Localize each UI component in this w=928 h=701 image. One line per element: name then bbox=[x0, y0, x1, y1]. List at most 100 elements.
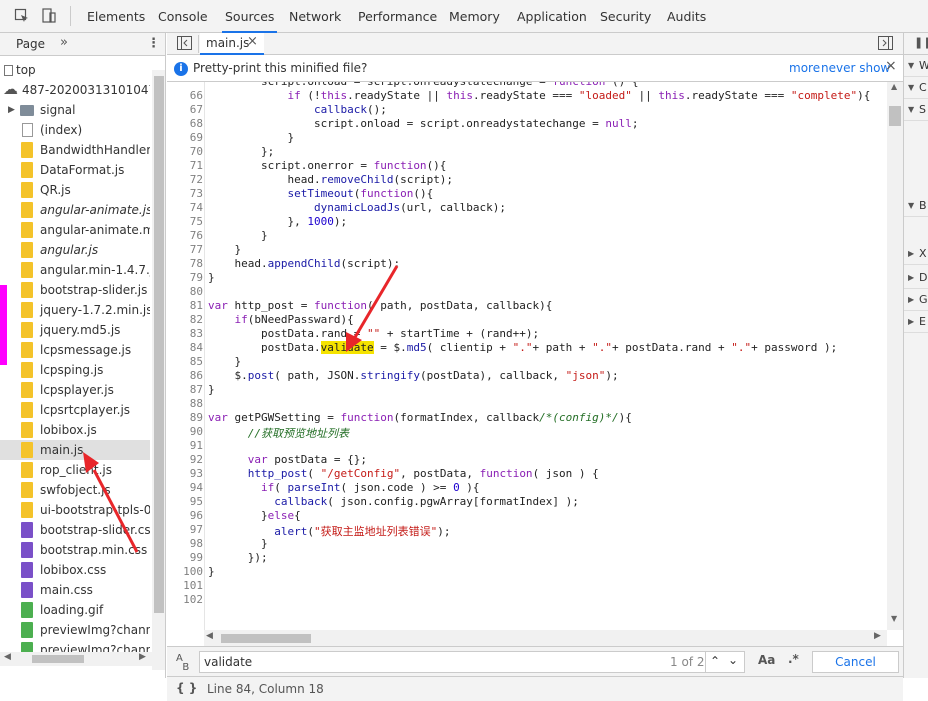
line-number[interactable]: 99 bbox=[167, 551, 203, 564]
search-cancel-button[interactable]: Cancel bbox=[812, 651, 899, 673]
inspect-element-icon[interactable] bbox=[14, 8, 30, 24]
code-line[interactable]: } bbox=[208, 229, 268, 242]
code-line[interactable]: if( parseInt( json.code ) >= 0 ){ bbox=[208, 481, 480, 494]
line-number[interactable]: 96 bbox=[167, 509, 203, 522]
code-line[interactable]: var http_post = function( path, postData… bbox=[208, 299, 552, 312]
debugger-section[interactable]: ▼ B bbox=[904, 195, 928, 217]
replace-toggle-icon[interactable]: A B bbox=[176, 654, 189, 673]
code-line[interactable]: } bbox=[208, 537, 268, 550]
file-tree-item[interactable]: previewImg?channel bbox=[0, 620, 150, 640]
line-number[interactable]: 68 bbox=[167, 117, 203, 130]
code-line[interactable]: var postData = {}; bbox=[208, 453, 367, 466]
file-tree-item[interactable]: ui-bootstrap-tpls-0.1 bbox=[0, 500, 150, 520]
code-line[interactable]: } bbox=[208, 383, 215, 396]
file-tree-item[interactable]: main.css bbox=[0, 580, 150, 600]
debugger-section[interactable]: ▼ S bbox=[904, 99, 928, 121]
line-number[interactable]: 100 bbox=[167, 565, 203, 578]
file-tree-item[interactable]: lcpsping.js bbox=[0, 360, 150, 380]
line-number[interactable]: 97 bbox=[167, 523, 203, 536]
match-case-button[interactable]: Aa bbox=[758, 653, 775, 667]
file-tree-item[interactable]: swfobject.js bbox=[0, 480, 150, 500]
code-line[interactable]: } bbox=[208, 131, 294, 144]
file-tree-item[interactable]: jquery.md5.js bbox=[0, 320, 150, 340]
tab-network[interactable]: Network bbox=[289, 0, 341, 33]
scroll-up-icon[interactable]: ▲ bbox=[891, 82, 897, 91]
file-tree-item[interactable]: QR.js bbox=[0, 180, 150, 200]
search-next-icon[interactable]: ⌄ bbox=[728, 653, 738, 667]
code-line[interactable]: script.onerror = function(){ bbox=[208, 159, 446, 172]
device-toolbar-icon[interactable] bbox=[41, 8, 57, 24]
line-number[interactable]: 81 bbox=[167, 299, 203, 312]
line-number[interactable]: 75 bbox=[167, 215, 203, 228]
line-number[interactable]: 92 bbox=[167, 453, 203, 466]
tab-page[interactable]: Page bbox=[16, 37, 45, 51]
code-line[interactable]: head.removeChild(script); bbox=[208, 173, 453, 186]
file-tree-item[interactable]: angular-animate.js bbox=[0, 200, 150, 220]
navigator-menu-icon[interactable]: ⋮ bbox=[147, 36, 160, 51]
file-tree-item[interactable]: lcpsrtcplayer.js bbox=[0, 400, 150, 420]
line-number[interactable]: 73 bbox=[167, 187, 203, 200]
file-tree-item[interactable]: main.js bbox=[0, 440, 150, 460]
line-number[interactable]: 66 bbox=[167, 89, 203, 102]
code-vscrollbar-thumb[interactable] bbox=[889, 106, 901, 126]
code-line[interactable]: }, 1000); bbox=[208, 215, 347, 228]
file-tree-item[interactable]: lcpsmessage.js bbox=[0, 340, 150, 360]
line-number[interactable]: 83 bbox=[167, 327, 203, 340]
code-hscrollbar[interactable]: ◀ ▶ bbox=[204, 630, 887, 646]
debugger-section[interactable]: ▼ C bbox=[904, 77, 928, 99]
code-line[interactable]: postData.rand = "" + startTime + (rand++… bbox=[208, 327, 539, 340]
close-tab-icon[interactable]: × bbox=[247, 34, 258, 49]
file-tree-item[interactable]: angular-animate.min bbox=[0, 220, 150, 240]
scroll-down-icon[interactable]: ▼ bbox=[891, 614, 897, 623]
code-line[interactable]: callback(); bbox=[208, 103, 387, 116]
line-number[interactable]: 98 bbox=[167, 537, 203, 550]
code-line[interactable]: } bbox=[208, 271, 215, 284]
scroll-right-icon[interactable]: ▶ bbox=[139, 652, 146, 662]
line-number[interactable]: 95 bbox=[167, 495, 203, 508]
pause-icon[interactable]: ❚❚ bbox=[914, 36, 928, 49]
pretty-print-button[interactable]: { } bbox=[176, 681, 197, 695]
infobar-more-link[interactable]: more bbox=[789, 61, 820, 75]
file-tree-item[interactable]: ☁ 487-20200313101047-1 bbox=[0, 80, 150, 100]
toggle-navigator-icon[interactable] bbox=[177, 36, 192, 53]
search-input[interactable]: validate 1 of 2 bbox=[199, 651, 713, 673]
more-tabs-button[interactable]: » bbox=[60, 35, 68, 50]
line-number[interactable]: 70 bbox=[167, 145, 203, 158]
line-number[interactable]: 67 bbox=[167, 103, 203, 116]
code-line[interactable]: }; bbox=[208, 145, 274, 158]
line-number[interactable]: 84 bbox=[167, 341, 203, 354]
debugger-section[interactable]: ▶ D bbox=[904, 267, 928, 289]
code-line[interactable]: script.onload = script.onreadystatechang… bbox=[208, 117, 639, 130]
tab-memory[interactable]: Memory bbox=[449, 0, 500, 33]
tab-console[interactable]: Console bbox=[158, 0, 208, 33]
code-line[interactable]: dynamicLoadJs(url, callback); bbox=[208, 201, 506, 214]
file-tree-item[interactable]: lobibox.js bbox=[0, 420, 150, 440]
code-line[interactable]: head.appendChild(script); bbox=[208, 257, 400, 270]
line-number[interactable]: 78 bbox=[167, 257, 203, 270]
code-line[interactable]: var getPGWSetting = function(formatIndex… bbox=[208, 411, 632, 424]
file-tree-item[interactable]: bootstrap-slider.js bbox=[0, 280, 150, 300]
line-number[interactable]: 86 bbox=[167, 369, 203, 382]
tab-security[interactable]: Security bbox=[600, 0, 651, 33]
hscroll-right-icon[interactable]: ▶ bbox=[874, 631, 881, 641]
line-number[interactable]: 94 bbox=[167, 481, 203, 494]
navigator-hscrollbar-thumb[interactable] bbox=[32, 655, 84, 663]
line-number[interactable]: 88 bbox=[167, 397, 203, 410]
code-line[interactable]: if(bNeedPassward){ bbox=[208, 313, 354, 326]
code-line[interactable]: http_post( "/getConfig", postData, funct… bbox=[208, 467, 599, 480]
file-tree-item[interactable]: BandwidthHandler.js bbox=[0, 140, 150, 160]
file-tree-item[interactable]: lcpsplayer.js bbox=[0, 380, 150, 400]
line-number[interactable]: 93 bbox=[167, 467, 203, 480]
debugger-section[interactable]: ▶ E bbox=[904, 311, 928, 333]
line-number[interactable]: 90 bbox=[167, 425, 203, 438]
file-tree-item[interactable]: angular.js bbox=[0, 240, 150, 260]
debugger-section[interactable]: ▶ X bbox=[904, 243, 928, 265]
tab-elements[interactable]: Elements bbox=[87, 0, 145, 33]
tab-performance[interactable]: Performance bbox=[358, 0, 437, 33]
expand-arrow-icon[interactable]: ▶ bbox=[8, 100, 15, 120]
navigator-scrollbar-thumb[interactable] bbox=[154, 76, 164, 613]
line-number[interactable]: 69 bbox=[167, 131, 203, 144]
code-vscrollbar[interactable]: ▲ ▼ bbox=[887, 82, 903, 630]
line-number[interactable]: 91 bbox=[167, 439, 203, 452]
infobar-close-icon[interactable]: × bbox=[885, 58, 897, 74]
